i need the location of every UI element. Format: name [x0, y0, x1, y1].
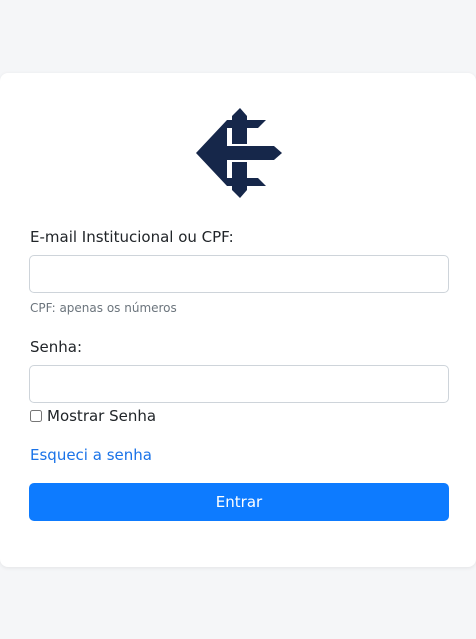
institution-logo-icon: [196, 108, 282, 198]
show-password-label: Mostrar Senha: [47, 407, 157, 425]
login-card: E-mail Institucional ou CPF: CPF: apenas…: [0, 73, 476, 567]
login-button[interactable]: Entrar: [29, 483, 449, 521]
password-field[interactable]: [29, 365, 449, 403]
show-password-checkbox[interactable]: [30, 410, 42, 422]
email-label: E-mail Institucional ou CPF:: [30, 228, 234, 246]
email-help-text: CPF: apenas os números: [30, 301, 177, 315]
forgot-password-link[interactable]: Esqueci a senha: [30, 446, 152, 464]
email-field[interactable]: [29, 255, 449, 293]
password-label: Senha:: [30, 338, 83, 356]
show-password-toggle[interactable]: Mostrar Senha: [29, 407, 156, 425]
